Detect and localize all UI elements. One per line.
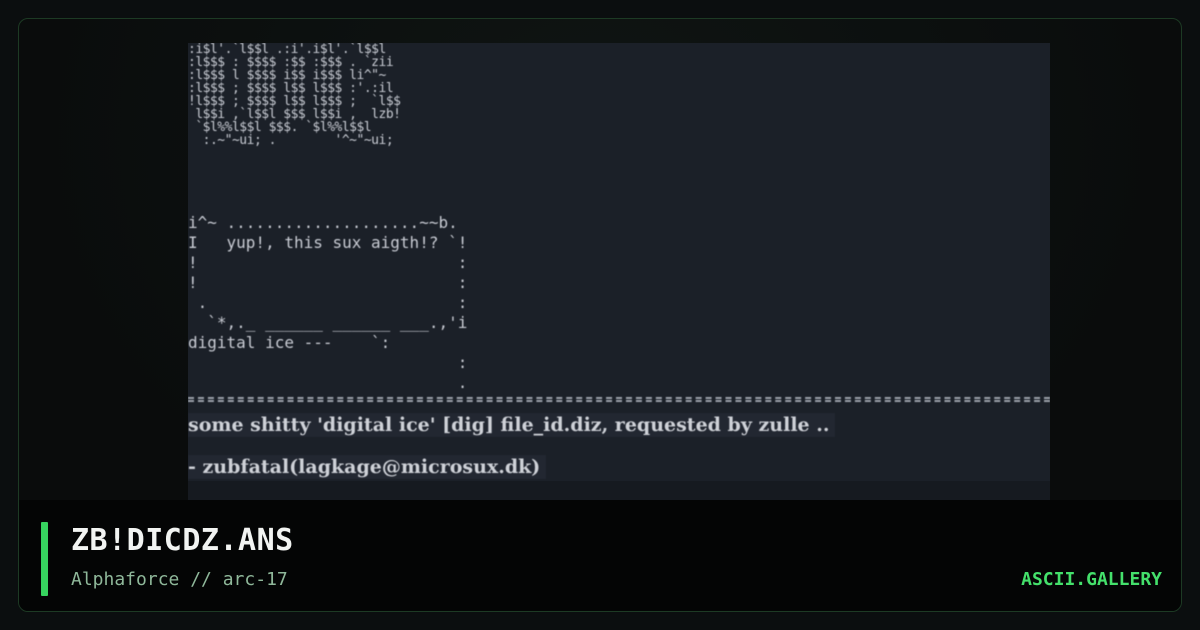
ascii-box: i^~ ....................~~b. I yup!, thi…	[188, 213, 468, 392]
site-brand[interactable]: ASCII.GALLERY	[1021, 568, 1162, 592]
artwork-subtitle: Alphaforce // arc-17	[71, 569, 288, 590]
artwork-title: ZB!DICDZ.ANS	[71, 523, 294, 558]
card-frame: :i$l'.`l$$l .:i'.i$l'.`l$$l :l$$$ : $$$$…	[18, 18, 1182, 612]
artwork-preview: :i$l'.`l$$l .:i'.i$l'.`l$$l :l$$$ : $$$$…	[188, 43, 1050, 519]
artwork-description: some shitty 'digital ice' [dig] file_id.…	[188, 413, 836, 437]
accent-bar	[41, 522, 48, 596]
card-footer: ZB!DICDZ.ANS Alphaforce // arc-17 ASCII.…	[19, 500, 1181, 611]
artwork-signature: - zubfatal(lagkage@microsux.dk)	[188, 455, 547, 479]
ascii-divider	[188, 397, 1050, 402]
ascii-logo: :i$l'.`l$$l .:i'.i$l'.`l$$l :l$$$ : $$$$…	[188, 43, 401, 148]
